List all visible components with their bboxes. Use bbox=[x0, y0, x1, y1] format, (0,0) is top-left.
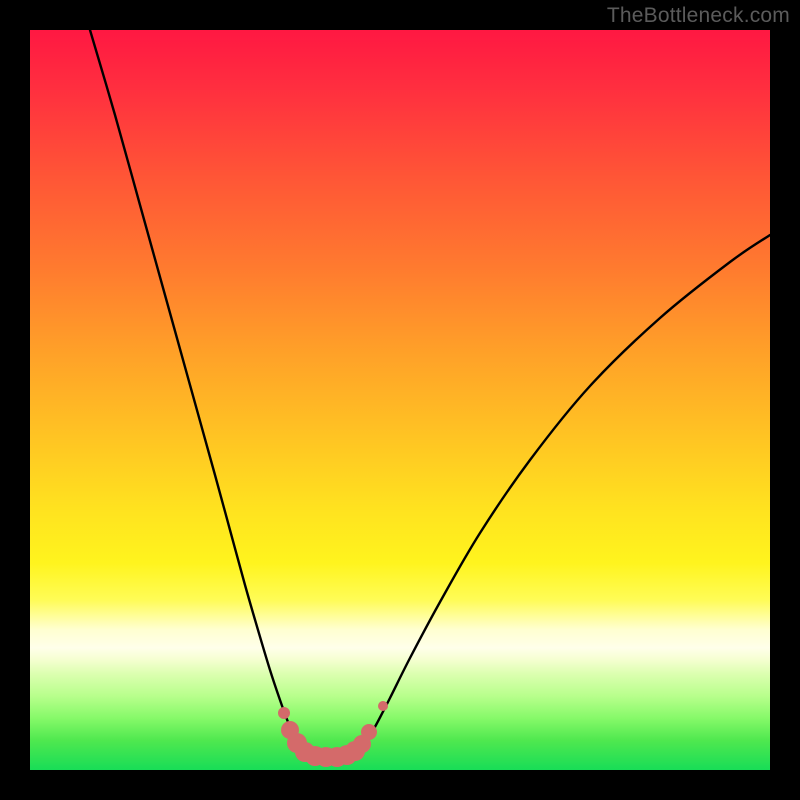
bottleneck-curve bbox=[90, 30, 770, 757]
valley-markers bbox=[278, 701, 388, 767]
chart-stage: TheBottleneck.com bbox=[0, 0, 800, 800]
valley-marker bbox=[361, 724, 377, 740]
watermark-text: TheBottleneck.com bbox=[607, 4, 790, 28]
valley-marker bbox=[278, 707, 290, 719]
valley-marker bbox=[378, 701, 388, 711]
curve-overlay bbox=[30, 30, 770, 770]
